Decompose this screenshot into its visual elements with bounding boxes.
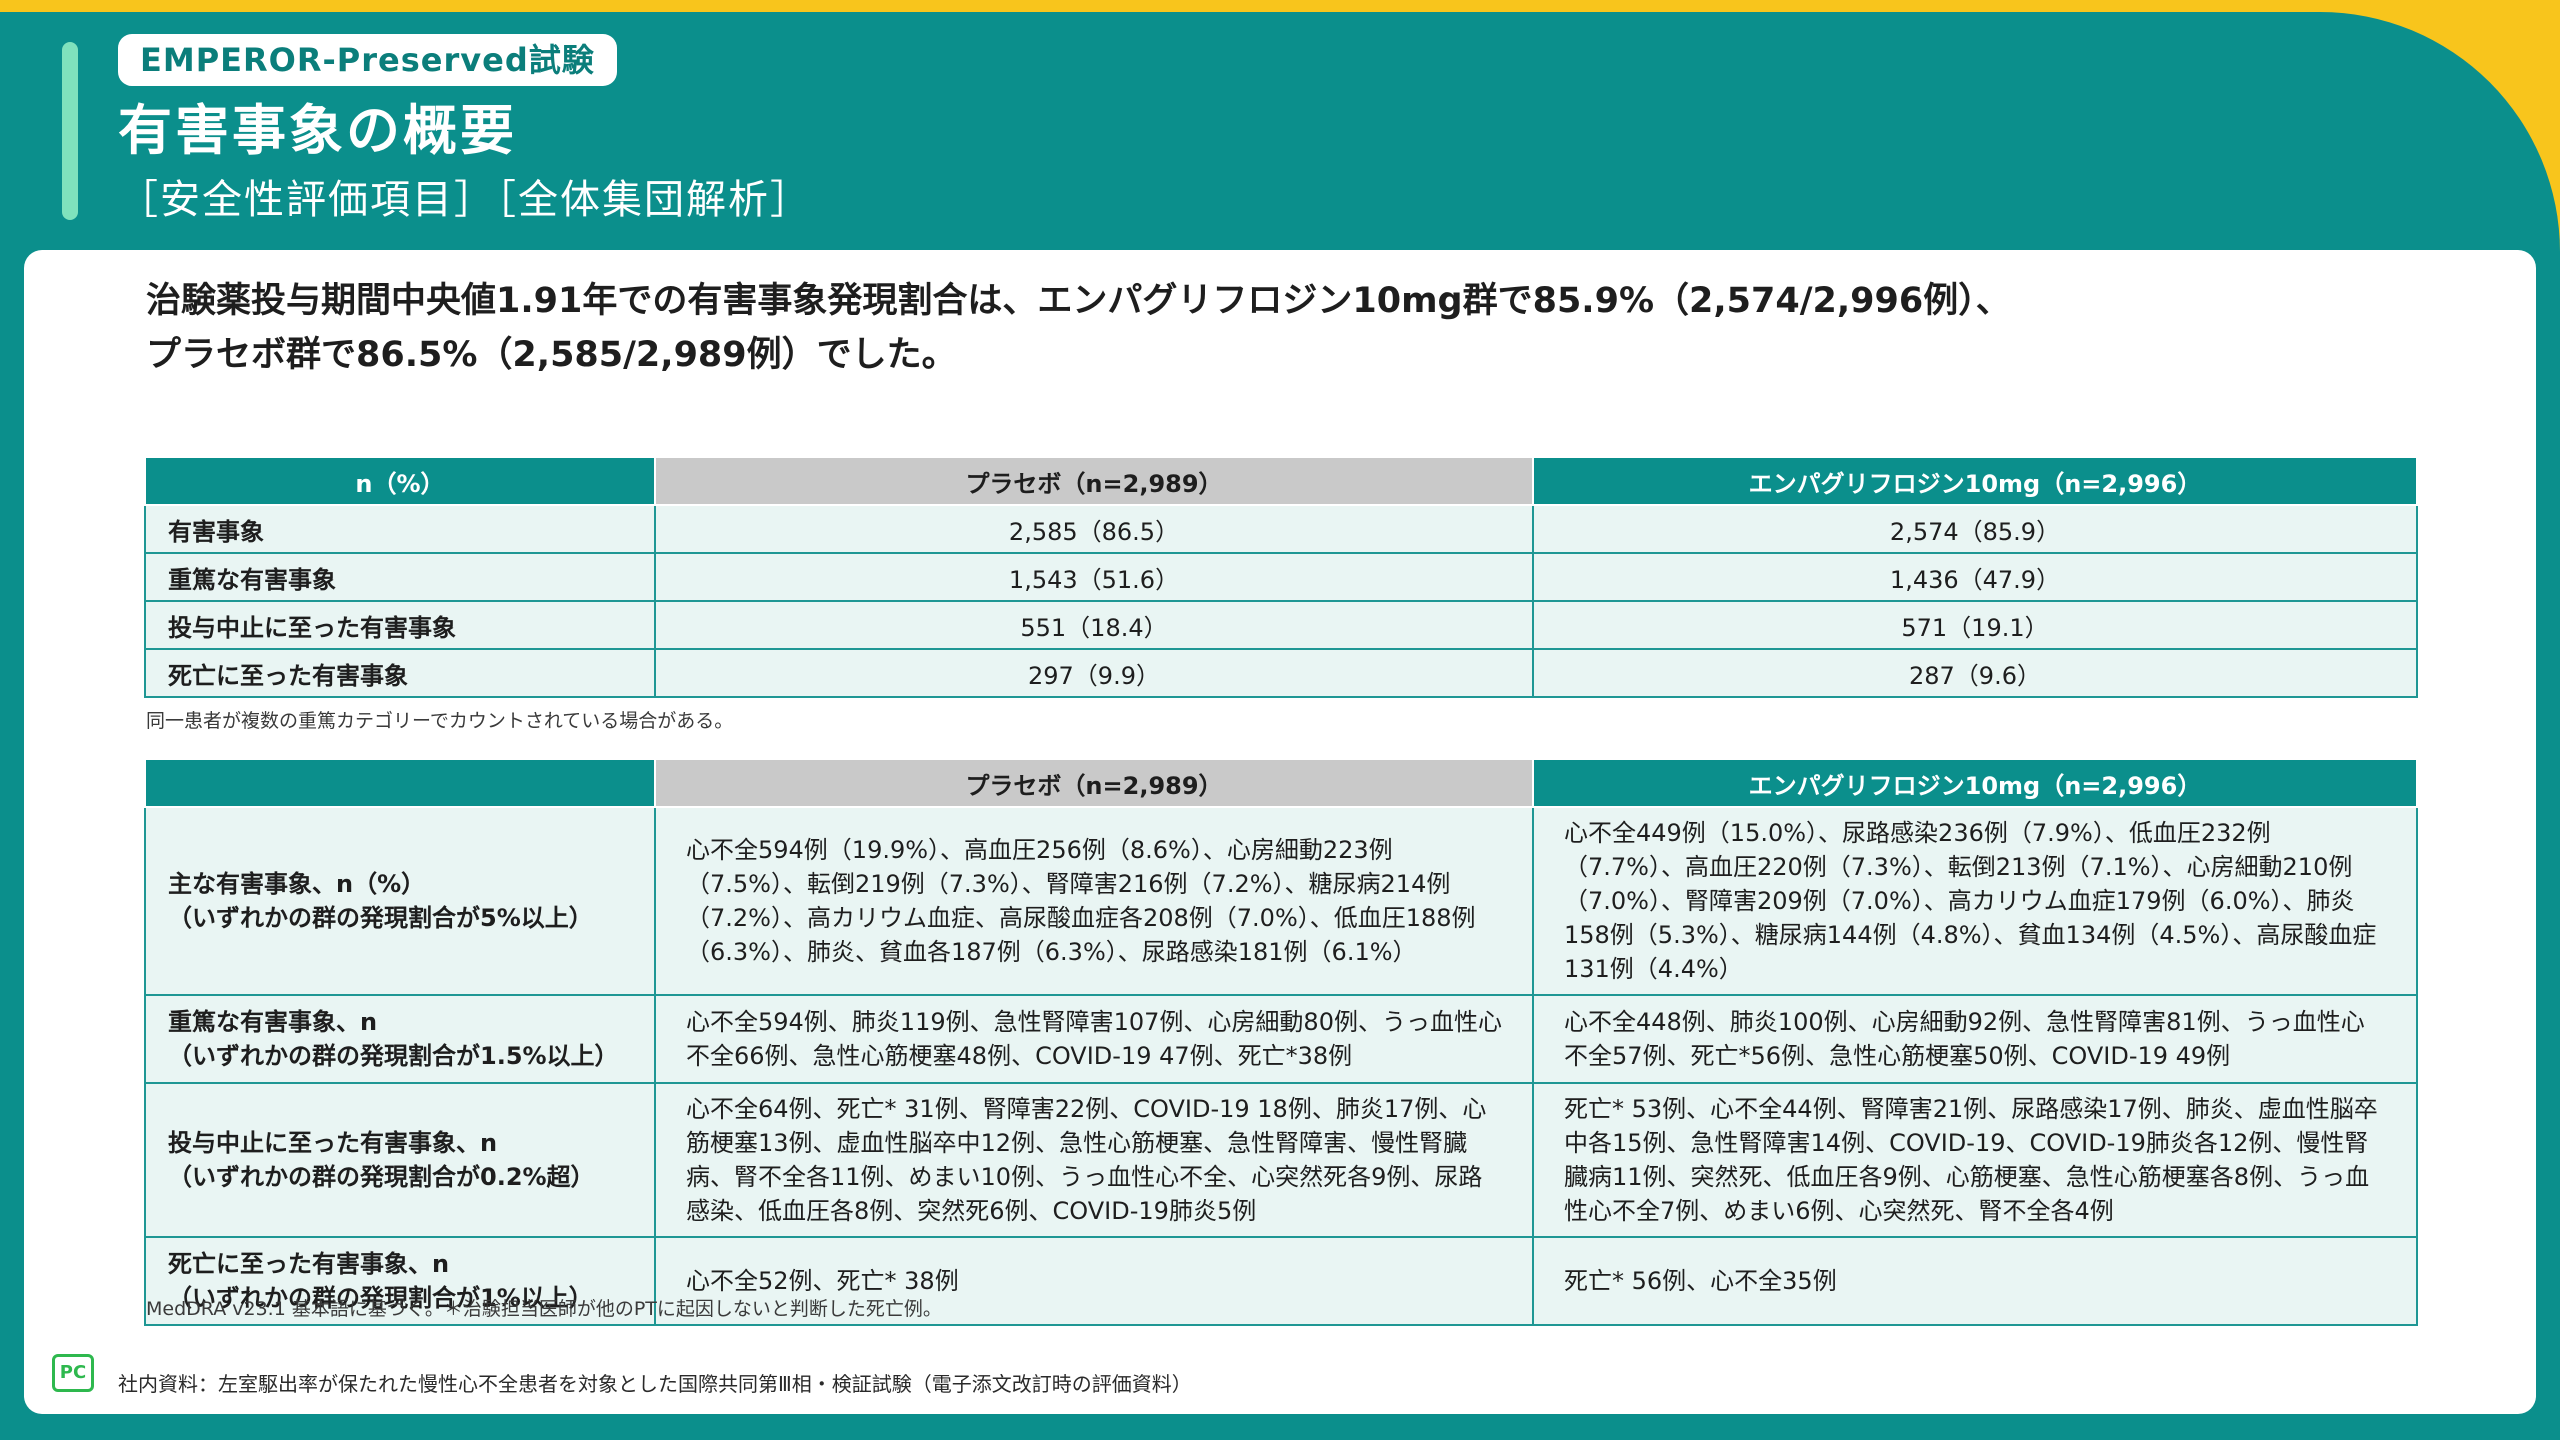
placebo-value: 2,585（86.5）	[654, 504, 1534, 554]
incidence-table: n（%） プラセボ（n=2,989） エンパグリフロジン10mg（n=2,996…	[144, 456, 2418, 698]
placebo-events: 心不全64例、死亡* 31例、腎障害22例、COVID-19 18例、肺炎17例…	[654, 1082, 1534, 1238]
table-row: 死亡に至った有害事象 297（9.9） 287（9.6）	[144, 648, 2418, 698]
lead-text: 治験薬投与期間中央値1.91年での有害事象発現割合は、エンパグリフロジン10mg…	[146, 274, 2446, 382]
empagliflozin-events: 心不全448例、肺炎100例、心房細動92例、急性腎障害81例、うっ血性心不全5…	[1532, 994, 2418, 1084]
placebo-events: 心不全594例、肺炎119例、急性腎障害107例、心房細動80例、うっ血性心不全…	[654, 994, 1534, 1084]
row-label-main: 主な有害事象、n（%）	[168, 870, 426, 898]
placebo-value: 551（18.4）	[654, 600, 1534, 650]
row-label: 有害事象	[144, 504, 656, 554]
table-row: 有害事象 2,585（86.5） 2,574（85.9）	[144, 504, 2418, 554]
table1-footnote: 同一患者が複数の重篤カテゴリーでカウントされている場合がある。	[146, 710, 734, 732]
empagliflozin-value: 2,574（85.9）	[1532, 504, 2418, 554]
column-header-placebo: プラセボ（n=2,989）	[654, 456, 1534, 506]
content-panel: 治験薬投与期間中央値1.91年での有害事象発現割合は、エンパグリフロジン10mg…	[24, 250, 2536, 1414]
table-row: 重篤な有害事象、n （いずれかの群の発現割合が1.5%以上） 心不全594例、肺…	[144, 994, 2418, 1084]
row-label-main: 重篤な有害事象、n	[168, 1008, 378, 1036]
row-label-main: 死亡に至った有害事象、n	[168, 1250, 450, 1278]
lead-line-2: プラセボ群で86.5%（2,585/2,989例）でした。	[146, 335, 957, 375]
row-label: 主な有害事象、n（%） （いずれかの群の発現割合が5%以上）	[144, 806, 656, 996]
table-row: 投与中止に至った有害事象、n （いずれかの群の発現割合が0.2%超） 心不全64…	[144, 1082, 2418, 1238]
empagliflozin-events: 死亡* 56例、心不全35例	[1532, 1236, 2418, 1326]
row-label-main: 投与中止に至った有害事象、n	[168, 1129, 498, 1157]
table2-footnote: MedDRA v23.1 基本語に基づく。＊治験担当医師が他のPTに起因しないと…	[146, 1298, 942, 1320]
table-header-row: プラセボ（n=2,989） エンパグリフロジン10mg（n=2,996）	[144, 758, 2418, 808]
column-header-n: n（%）	[144, 456, 656, 506]
table-row: 投与中止に至った有害事象 551（18.4） 571（19.1）	[144, 600, 2418, 650]
placebo-events: 心不全594例（19.9%）、高血圧256例（8.6%）、心房細動223例（7.…	[654, 806, 1534, 996]
pc-logo-icon: PC	[52, 1354, 94, 1392]
empagliflozin-value: 287（9.6）	[1532, 648, 2418, 698]
lead-line-1: 治験薬投与期間中央値1.91年での有害事象発現割合は、エンパグリフロジン10mg…	[146, 281, 2011, 321]
source-citation: 社内資料：左室駆出率が保たれた慢性心不全患者を対象とした国際共同第Ⅲ相・検証試験…	[118, 1372, 1192, 1396]
placebo-value: 1,543（51.6）	[654, 552, 1534, 602]
column-header-empagliflozin: エンパグリフロジン10mg（n=2,996）	[1532, 758, 2418, 808]
column-header-empagliflozin: エンパグリフロジン10mg（n=2,996）	[1532, 456, 2418, 506]
table-row: 主な有害事象、n（%） （いずれかの群の発現割合が5%以上） 心不全594例（1…	[144, 806, 2418, 996]
row-label-condition: （いずれかの群の発現割合が0.2%超）	[168, 1163, 595, 1191]
row-label: 死亡に至った有害事象	[144, 648, 656, 698]
event-detail-table: プラセボ（n=2,989） エンパグリフロジン10mg（n=2,996） 主な有…	[144, 758, 2418, 1326]
column-header-placebo: プラセボ（n=2,989）	[654, 758, 1534, 808]
trial-badge: EMPEROR-Preserved試験	[118, 34, 617, 86]
top-accent-stripe	[0, 0, 2560, 12]
title-accent-bar	[62, 42, 78, 220]
empagliflozin-value: 1,436（47.9）	[1532, 552, 2418, 602]
row-label-condition: （いずれかの群の発現割合が1.5%以上）	[168, 1042, 619, 1070]
placebo-value: 297（9.9）	[654, 648, 1534, 698]
table-row: 重篤な有害事象 1,543（51.6） 1,436（47.9）	[144, 552, 2418, 602]
row-label: 投与中止に至った有害事象、n （いずれかの群の発現割合が0.2%超）	[144, 1082, 656, 1238]
row-label: 重篤な有害事象	[144, 552, 656, 602]
empagliflozin-events: 死亡* 53例、心不全44例、腎障害21例、尿路感染17例、肺炎、虚血性脳卒中各…	[1532, 1082, 2418, 1238]
empagliflozin-events: 心不全449例（15.0%）、尿路感染236例（7.9%）、低血圧232例（7.…	[1532, 806, 2418, 996]
empagliflozin-value: 571（19.1）	[1532, 600, 2418, 650]
table-header-row: n（%） プラセボ（n=2,989） エンパグリフロジン10mg（n=2,996…	[144, 456, 2418, 506]
column-header-blank	[144, 758, 656, 808]
row-label: 重篤な有害事象、n （いずれかの群の発現割合が1.5%以上）	[144, 994, 656, 1084]
row-label: 投与中止に至った有害事象	[144, 600, 656, 650]
page-title: 有害事象の概要	[118, 99, 517, 162]
row-label-condition: （いずれかの群の発現割合が5%以上）	[168, 904, 593, 932]
page-subtitle: ［安全性評価項目］［全体集団解析］	[118, 177, 812, 223]
